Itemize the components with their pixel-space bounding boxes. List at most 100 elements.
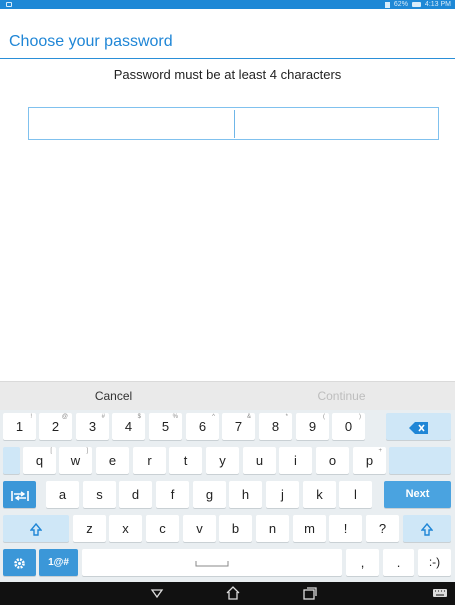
status-indicators: 62% 4:13 PM bbox=[384, 0, 451, 9]
key-c[interactable]: c bbox=[146, 515, 179, 542]
key-label: u bbox=[255, 453, 264, 468]
shift-icon bbox=[421, 523, 433, 536]
key-a[interactable]: a bbox=[46, 481, 79, 508]
key-label: 7 bbox=[234, 419, 243, 434]
key-6[interactable]: 6 ^ bbox=[186, 413, 219, 440]
key-hint: + bbox=[378, 448, 382, 454]
key-d[interactable]: d bbox=[119, 481, 152, 508]
backspace-key[interactable] bbox=[386, 413, 451, 440]
key-4[interactable]: 4 $ bbox=[112, 413, 145, 440]
key-5[interactable]: 5% bbox=[149, 413, 182, 440]
key-label: s bbox=[96, 487, 103, 502]
key-b[interactable]: b bbox=[219, 515, 252, 542]
key-f[interactable]: f bbox=[156, 481, 189, 508]
key-label: d bbox=[131, 487, 140, 502]
key-s[interactable]: s bbox=[83, 481, 116, 508]
keyboard-icon[interactable] bbox=[432, 586, 448, 600]
shift-key-right[interactable] bbox=[403, 515, 451, 542]
key-7[interactable]: 7 & bbox=[222, 413, 255, 440]
home-icon[interactable] bbox=[225, 586, 241, 600]
key-hint: $ bbox=[137, 414, 141, 420]
key-g[interactable]: g bbox=[193, 481, 226, 508]
key-o[interactable]: o bbox=[316, 447, 349, 474]
key-n[interactable]: n bbox=[256, 515, 289, 542]
tab-key[interactable] bbox=[3, 481, 36, 508]
shift-key-left[interactable] bbox=[3, 515, 69, 542]
back-icon[interactable] bbox=[149, 586, 165, 600]
key-label: n bbox=[268, 521, 277, 536]
key-h[interactable]: h bbox=[229, 481, 262, 508]
key-label: k bbox=[316, 487, 323, 502]
key-1[interactable]: 1! bbox=[3, 413, 36, 440]
key-label: q bbox=[35, 453, 44, 468]
key-label: f bbox=[170, 487, 175, 502]
key-label: t bbox=[183, 453, 188, 468]
key-label: v bbox=[196, 521, 203, 536]
key-hint: ( bbox=[323, 414, 325, 420]
keyboard-row-home: a s d f g h j k l Next bbox=[0, 478, 455, 512]
key-9[interactable]: 9( bbox=[296, 413, 329, 440]
password-input[interactable] bbox=[28, 107, 439, 140]
key-hint: ! bbox=[30, 414, 32, 420]
key-label: 0 bbox=[344, 419, 353, 434]
key-label: a bbox=[58, 487, 67, 502]
key-z[interactable]: z bbox=[73, 515, 106, 542]
key-r[interactable]: r bbox=[133, 447, 166, 474]
key-m[interactable]: m bbox=[293, 515, 326, 542]
key-hint: % bbox=[172, 414, 178, 420]
keyboard-row-bottom-letters: z x c v b n m ! ? bbox=[0, 512, 455, 546]
key-2[interactable]: 2 @ bbox=[39, 413, 72, 440]
key-label: 2 bbox=[51, 419, 60, 434]
continue-button[interactable]: Continue bbox=[228, 382, 455, 411]
key-0[interactable]: 0) bbox=[332, 413, 365, 440]
key-i[interactable]: i bbox=[279, 447, 312, 474]
navigation-bar bbox=[0, 582, 455, 605]
gear-icon bbox=[14, 558, 25, 569]
key-label: 3 bbox=[88, 419, 97, 434]
key-question[interactable]: ? bbox=[366, 515, 399, 542]
key-label: ! bbox=[343, 521, 348, 536]
key-k[interactable]: k bbox=[303, 481, 336, 508]
settings-key[interactable] bbox=[3, 549, 36, 576]
page-title: Choose your password bbox=[9, 33, 173, 50]
text-cursor bbox=[234, 110, 235, 138]
cancel-button[interactable]: Cancel bbox=[0, 382, 227, 411]
recents-icon[interactable] bbox=[302, 586, 318, 600]
next-button[interactable]: Next bbox=[384, 481, 451, 508]
key-v[interactable]: v bbox=[183, 515, 216, 542]
battery-icon bbox=[411, 2, 421, 7]
key-e[interactable]: e bbox=[96, 447, 129, 474]
key-y[interactable]: y bbox=[206, 447, 239, 474]
key-u[interactable]: u bbox=[243, 447, 276, 474]
keyboard-row-function: 1@# , . :-) bbox=[0, 546, 455, 580]
emoticon-key[interactable]: :-) bbox=[418, 549, 451, 576]
key-label: b bbox=[231, 521, 240, 536]
clock: 4:13 PM bbox=[424, 1, 451, 8]
key-8[interactable]: 8 * bbox=[259, 413, 292, 440]
key-label: ? bbox=[378, 521, 387, 536]
key-label: c bbox=[159, 521, 166, 536]
key-q[interactable]: q[ bbox=[23, 447, 56, 474]
tab-icon bbox=[10, 490, 29, 501]
key-t[interactable]: t bbox=[169, 447, 202, 474]
notification-icon bbox=[6, 2, 12, 7]
key-label: x bbox=[122, 521, 129, 536]
sim-icon bbox=[384, 1, 390, 8]
key-l[interactable]: l bbox=[339, 481, 372, 508]
header: Choose your password bbox=[0, 9, 455, 59]
key-exclamation[interactable]: ! bbox=[329, 515, 362, 542]
space-bar[interactable] bbox=[82, 549, 342, 576]
key-p[interactable]: p + bbox=[353, 447, 386, 474]
key-j[interactable]: j bbox=[266, 481, 299, 508]
key-label: m bbox=[304, 521, 315, 536]
key-x[interactable]: x bbox=[109, 515, 142, 542]
key-period[interactable]: . bbox=[383, 549, 414, 576]
screen: 62% 4:13 PM Choose your password Passwor… bbox=[0, 0, 455, 605]
backspace-icon bbox=[408, 421, 428, 434]
on-screen-keyboard: 1! 2 @ 3 # 4 $ 5% 6 ^ 7 & 8 * 9( 0) q[ w] e r bbox=[0, 410, 455, 582]
symbols-key[interactable]: 1@# bbox=[39, 549, 78, 576]
key-3[interactable]: 3 # bbox=[76, 413, 109, 440]
key-comma[interactable]: , bbox=[346, 549, 379, 576]
key-w[interactable]: w] bbox=[59, 447, 92, 474]
keyboard-row-qwerty: q[ w] e r t y u i o p + bbox=[0, 444, 455, 478]
